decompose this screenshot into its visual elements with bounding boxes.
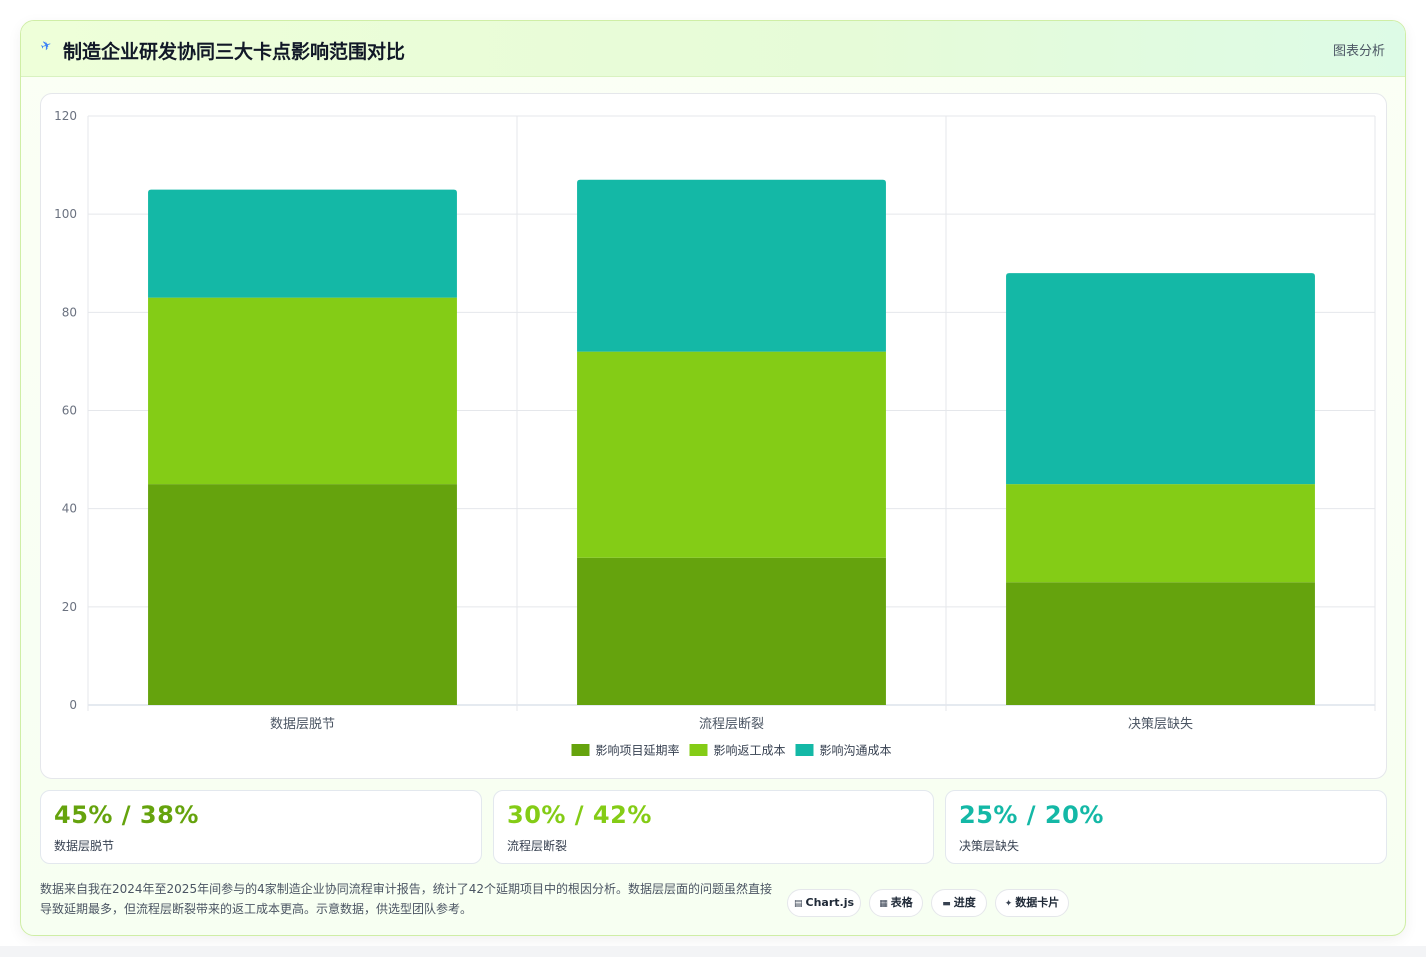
chip-label: 数据卡片 xyxy=(1015,896,1060,909)
chip-table[interactable]: ▦ 表格 xyxy=(869,889,923,917)
kpi-card-decision-layer: 25% / 20% 决策层缺失 xyxy=(945,790,1387,864)
bar-segment xyxy=(577,351,886,558)
bar-segment xyxy=(148,297,457,485)
legend-swatch xyxy=(689,744,708,756)
x-tick-label: 流程层断裂 xyxy=(699,717,764,732)
page-bottom-edge xyxy=(0,946,1426,957)
progress-icon: ▬ xyxy=(942,899,951,909)
legend-label: 影响项目延期率 xyxy=(596,743,680,758)
chip-label: 进度 xyxy=(953,896,976,909)
bar-segment xyxy=(1006,582,1315,705)
legend-label: 影响返工成本 xyxy=(714,743,786,758)
stacked-bar-chart: 0 20 40 60 80 100 120 数据层脱节 流程层断裂 决策层缺失影响项目延期率 影响返… xyxy=(54,109,1376,758)
page-title: 制造企业研发协同三大卡点影响范围对比 xyxy=(63,41,406,63)
y-tick-label: 0 xyxy=(69,698,77,712)
kpi-label: 数据层脱节 xyxy=(54,839,115,853)
chip-label: 表格 xyxy=(890,896,913,909)
chip-chartjs[interactable]: ▤ Chart.js xyxy=(787,889,861,917)
y-tick-label: 60 xyxy=(62,404,77,418)
kpi-card-data-layer: 45% / 38% 数据层脱节 xyxy=(40,790,482,864)
bar-segment xyxy=(577,557,886,705)
x-tick-label: 数据层脱节 xyxy=(270,717,335,732)
kpi-value: 30% / 42% xyxy=(507,801,652,829)
bar-segment xyxy=(1006,484,1315,583)
legend-swatch xyxy=(571,744,590,756)
chip-progress[interactable]: ▬ 进度 xyxy=(931,889,987,917)
chart-logo-icon: ✈ xyxy=(38,37,55,56)
legend-swatch xyxy=(795,744,814,756)
bar-segment xyxy=(148,484,457,705)
x-tick-label: 决策层缺失 xyxy=(1128,716,1193,732)
y-tick-label: 80 xyxy=(62,305,77,319)
chart-card: ✈ 制造企业研发协同三大卡点影响范围对比 图表分析 0 20 40 60 80 100 12… xyxy=(20,20,1406,936)
bar-segment xyxy=(1006,273,1315,485)
kpi-value: 25% / 20% xyxy=(959,801,1104,829)
sparkle-icon: ✦ xyxy=(1004,899,1013,909)
card-header: ✈ 制造企业研发协同三大卡点影响范围对比 图表分析 xyxy=(21,21,1405,77)
y-tick-label: 100 xyxy=(54,207,77,221)
chip-data-card[interactable]: ✦ 数据卡片 xyxy=(995,889,1069,917)
kpi-card-process-layer: 30% / 42% 流程层断裂 xyxy=(493,790,934,864)
kpi-label: 决策层缺失 xyxy=(959,839,1020,853)
y-tick-label: 20 xyxy=(62,600,77,614)
chip-label: Chart.js xyxy=(805,896,855,909)
chart-icon: ▤ xyxy=(793,899,803,909)
y-tick-label: 40 xyxy=(62,502,77,516)
data-source-note: 数据来自我在2024年至2025年间参与的4家制造企业协同流程审计报告，统计了4… xyxy=(40,882,772,916)
bar-segment xyxy=(577,179,886,352)
chart-analysis-button[interactable]: 图表分析 xyxy=(1333,40,1385,59)
bar-segment xyxy=(148,189,457,298)
kpi-label: 流程层断裂 xyxy=(507,839,568,853)
chart-area: 0 20 40 60 80 100 120 数据层脱节 流程层断裂 决策层缺失影响项目延期率 影响返… xyxy=(40,93,1387,779)
kpi-value: 45% / 38% xyxy=(54,801,199,829)
y-tick-label: 120 xyxy=(54,109,77,123)
table-icon: ▦ xyxy=(879,899,888,909)
legend-label: 影响沟通成本 xyxy=(820,743,892,758)
